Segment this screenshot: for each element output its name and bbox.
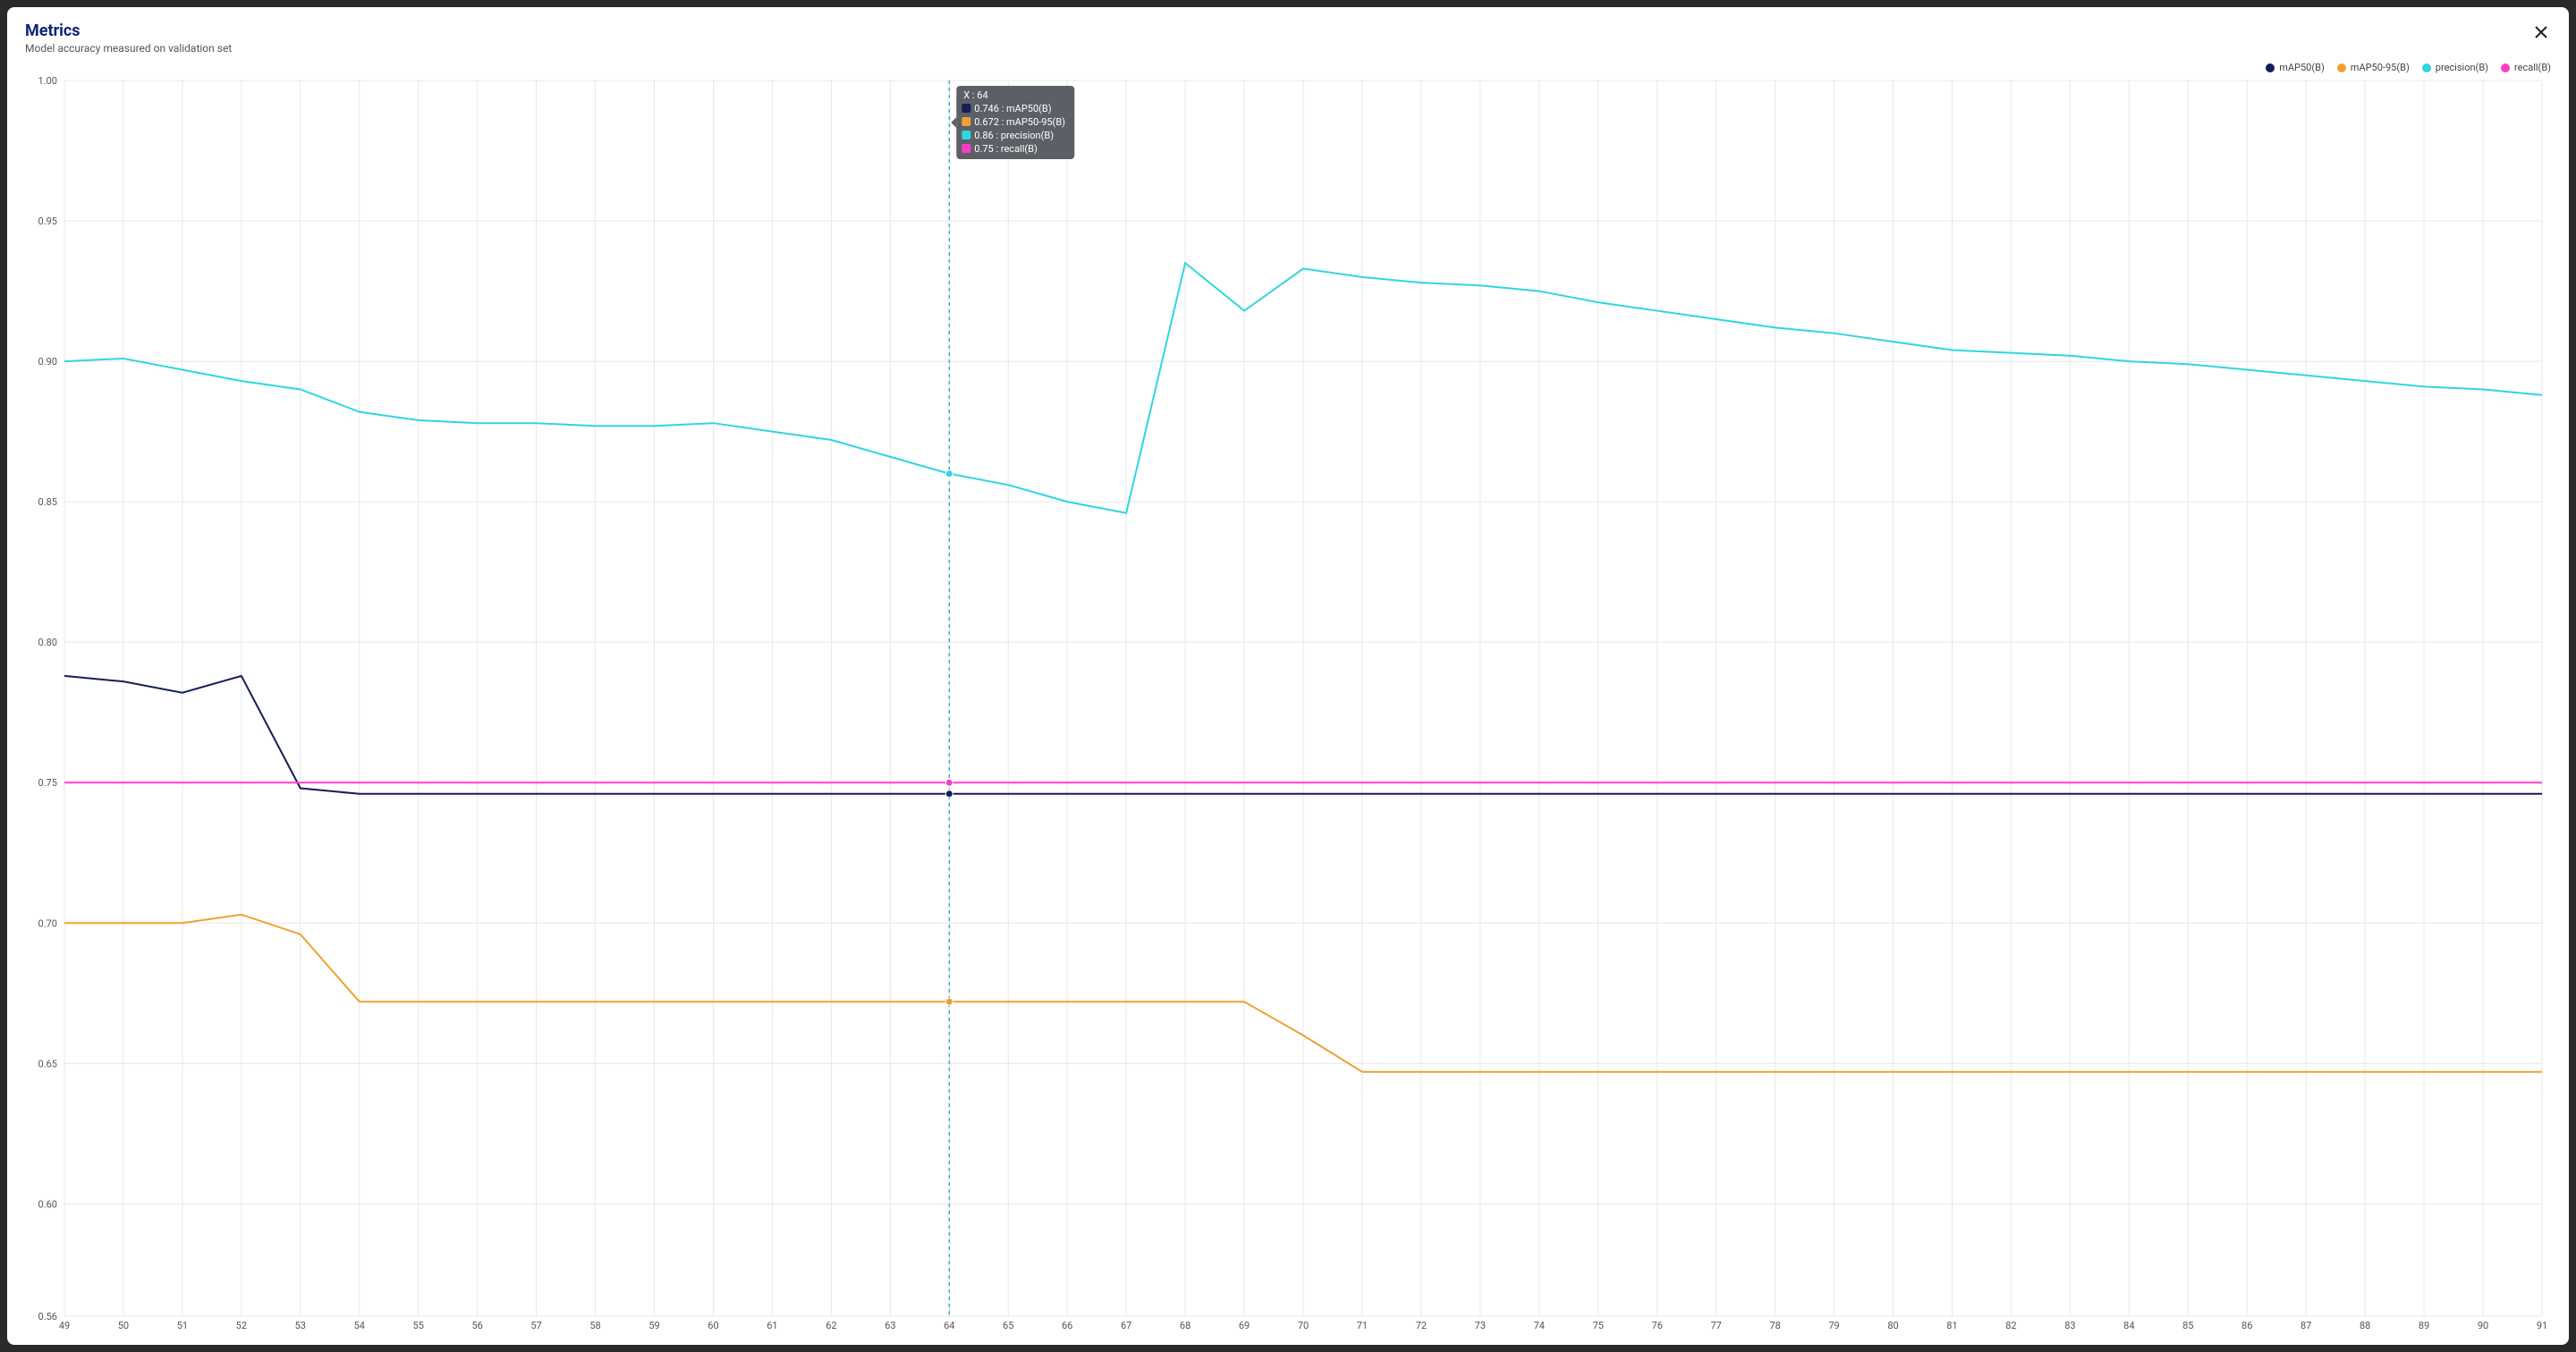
svg-text:64: 64 bbox=[944, 1320, 954, 1331]
svg-text:81: 81 bbox=[1946, 1320, 1957, 1331]
svg-text:69: 69 bbox=[1239, 1320, 1250, 1331]
legend-swatch bbox=[2266, 63, 2275, 72]
svg-text:58: 58 bbox=[589, 1320, 600, 1331]
svg-text:91: 91 bbox=[2537, 1320, 2547, 1331]
chart-area[interactable]: 49 50 51 52 53 54 55 56 57 58 59 60 61 62 63 64 65 66 67 68… bbox=[25, 77, 2551, 1336]
legend-item-precision[interactable]: precision(B) bbox=[2422, 62, 2488, 73]
close-button[interactable] bbox=[2531, 21, 2551, 43]
panel-title: Metrics bbox=[25, 21, 232, 40]
svg-text:0.60: 0.60 bbox=[38, 1198, 57, 1210]
svg-text:0.75: 0.75 bbox=[38, 777, 57, 789]
svg-text:72: 72 bbox=[1416, 1320, 1427, 1331]
svg-text:77: 77 bbox=[1710, 1320, 1721, 1331]
svg-text:56: 56 bbox=[471, 1320, 482, 1331]
svg-text:85: 85 bbox=[2182, 1320, 2193, 1331]
svg-text:55: 55 bbox=[413, 1320, 424, 1331]
svg-text:67: 67 bbox=[1121, 1320, 1131, 1331]
svg-text:0.56: 0.56 bbox=[38, 1311, 57, 1322]
svg-text:66: 66 bbox=[1062, 1320, 1072, 1331]
legend-swatch bbox=[2501, 63, 2510, 72]
legend-label: precision(B) bbox=[2436, 62, 2488, 73]
svg-text:0.86 : precision(B): 0.86 : precision(B) bbox=[974, 130, 1054, 141]
svg-text:60: 60 bbox=[708, 1320, 718, 1331]
svg-text:87: 87 bbox=[2301, 1320, 2311, 1331]
legend-label: recall(B) bbox=[2514, 62, 2551, 73]
svg-text:88: 88 bbox=[2360, 1320, 2370, 1331]
svg-text:57: 57 bbox=[530, 1320, 541, 1331]
svg-text:83: 83 bbox=[2064, 1320, 2075, 1331]
svg-text:X : 64: X : 64 bbox=[963, 89, 987, 101]
svg-text:0.95: 0.95 bbox=[38, 215, 57, 227]
legend: mAP50(B) mAP50-95(B) precision(B) recall… bbox=[25, 62, 2551, 73]
svg-text:49: 49 bbox=[59, 1320, 70, 1331]
svg-text:70: 70 bbox=[1298, 1320, 1309, 1331]
svg-text:62: 62 bbox=[826, 1320, 836, 1331]
svg-text:1.00: 1.00 bbox=[38, 77, 57, 87]
legend-item-map5095[interactable]: mAP50-95(B) bbox=[2337, 62, 2410, 73]
svg-text:75: 75 bbox=[1593, 1320, 1604, 1331]
svg-text:0.80: 0.80 bbox=[38, 637, 57, 648]
svg-text:79: 79 bbox=[1828, 1320, 1839, 1331]
metrics-panel: Metrics Model accuracy measured on valid… bbox=[7, 7, 2569, 1345]
close-icon bbox=[2535, 26, 2547, 38]
svg-text:76: 76 bbox=[1652, 1320, 1663, 1331]
svg-text:51: 51 bbox=[177, 1320, 188, 1331]
legend-swatch bbox=[2337, 63, 2346, 72]
panel-header: Metrics Model accuracy measured on valid… bbox=[25, 21, 2551, 55]
svg-text:89: 89 bbox=[2419, 1320, 2429, 1331]
svg-text:82: 82 bbox=[2005, 1320, 2016, 1331]
svg-text:0.746 : mAP50(B): 0.746 : mAP50(B) bbox=[974, 103, 1051, 114]
svg-text:61: 61 bbox=[767, 1320, 777, 1331]
svg-text:65: 65 bbox=[1003, 1320, 1013, 1331]
svg-text:78: 78 bbox=[1769, 1320, 1780, 1331]
legend-item-recall[interactable]: recall(B) bbox=[2501, 62, 2551, 73]
svg-text:68: 68 bbox=[1180, 1320, 1191, 1331]
svg-text:73: 73 bbox=[1475, 1320, 1486, 1331]
svg-text:0.65: 0.65 bbox=[38, 1058, 57, 1069]
title-block: Metrics Model accuracy measured on valid… bbox=[25, 21, 232, 55]
legend-swatch bbox=[2422, 63, 2431, 72]
svg-text:0.70: 0.70 bbox=[38, 917, 57, 929]
svg-text:0.672 : mAP50-95(B): 0.672 : mAP50-95(B) bbox=[974, 116, 1065, 128]
svg-text:53: 53 bbox=[295, 1320, 306, 1331]
svg-text:0.75 : recall(B): 0.75 : recall(B) bbox=[974, 143, 1038, 155]
svg-text:71: 71 bbox=[1357, 1320, 1368, 1331]
svg-text:80: 80 bbox=[1887, 1320, 1898, 1331]
svg-text:0.90: 0.90 bbox=[38, 356, 57, 368]
svg-text:50: 50 bbox=[118, 1320, 129, 1331]
legend-label: mAP50-95(B) bbox=[2351, 62, 2410, 73]
svg-text:54: 54 bbox=[354, 1320, 365, 1331]
legend-label: mAP50(B) bbox=[2279, 62, 2325, 73]
svg-text:63: 63 bbox=[885, 1320, 895, 1331]
svg-text:0.85: 0.85 bbox=[38, 496, 57, 508]
svg-text:59: 59 bbox=[648, 1320, 659, 1331]
legend-item-map50[interactable]: mAP50(B) bbox=[2266, 62, 2325, 73]
panel-subtitle: Model accuracy measured on validation se… bbox=[25, 42, 232, 55]
svg-text:84: 84 bbox=[2123, 1320, 2134, 1331]
metrics-line-chart[interactable]: 49 50 51 52 53 54 55 56 57 58 59 60 61 62 63 64 65 66 67 68… bbox=[25, 77, 2551, 1336]
svg-text:52: 52 bbox=[236, 1320, 247, 1331]
svg-text:74: 74 bbox=[1534, 1320, 1545, 1331]
svg-text:90: 90 bbox=[2478, 1320, 2488, 1331]
svg-text:86: 86 bbox=[2241, 1320, 2252, 1331]
